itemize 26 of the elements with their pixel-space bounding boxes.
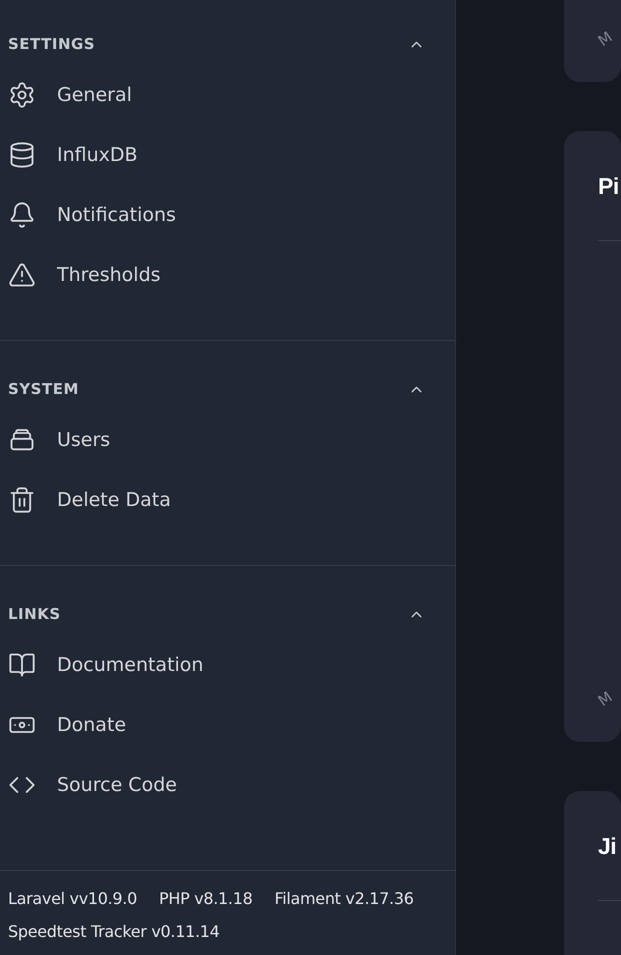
section-heading: SETTINGS [8, 35, 96, 53]
version-text: Filament v2.17.36 [274, 889, 414, 908]
database-icon [8, 141, 36, 169]
gear-icon [8, 81, 36, 109]
nav-item[interactable]: Notifications [8, 185, 455, 245]
bell-icon [8, 201, 36, 229]
axis-label: M [594, 688, 616, 710]
nav-item[interactable]: Source Code [8, 755, 455, 815]
nav-item[interactable]: Thresholds [8, 245, 455, 305]
card-title: Ji [598, 832, 618, 861]
warning-icon [8, 261, 36, 289]
version-text: Laravel vv10.9.0 [8, 889, 137, 908]
nav-item[interactable]: InfluxDB [8, 125, 455, 185]
nav-item[interactable]: Delete Data [8, 470, 455, 530]
version-text: PHP v8.1.18 [158, 889, 252, 908]
section-heading: LINKS [8, 605, 61, 623]
nav-item[interactable]: Users [8, 410, 455, 470]
nav-item[interactable]: General [8, 65, 455, 125]
trash-icon [8, 486, 36, 514]
section-heading: SYSTEM [8, 380, 79, 398]
nav-item[interactable]: Documentation [8, 635, 455, 695]
axis-label: M [594, 28, 616, 50]
nav-item[interactable]: Donate [8, 695, 455, 755]
book-icon [8, 651, 36, 679]
version-text: Speedtest Tracker v0.11.14 [8, 922, 220, 941]
card-title: Pi [598, 172, 620, 201]
